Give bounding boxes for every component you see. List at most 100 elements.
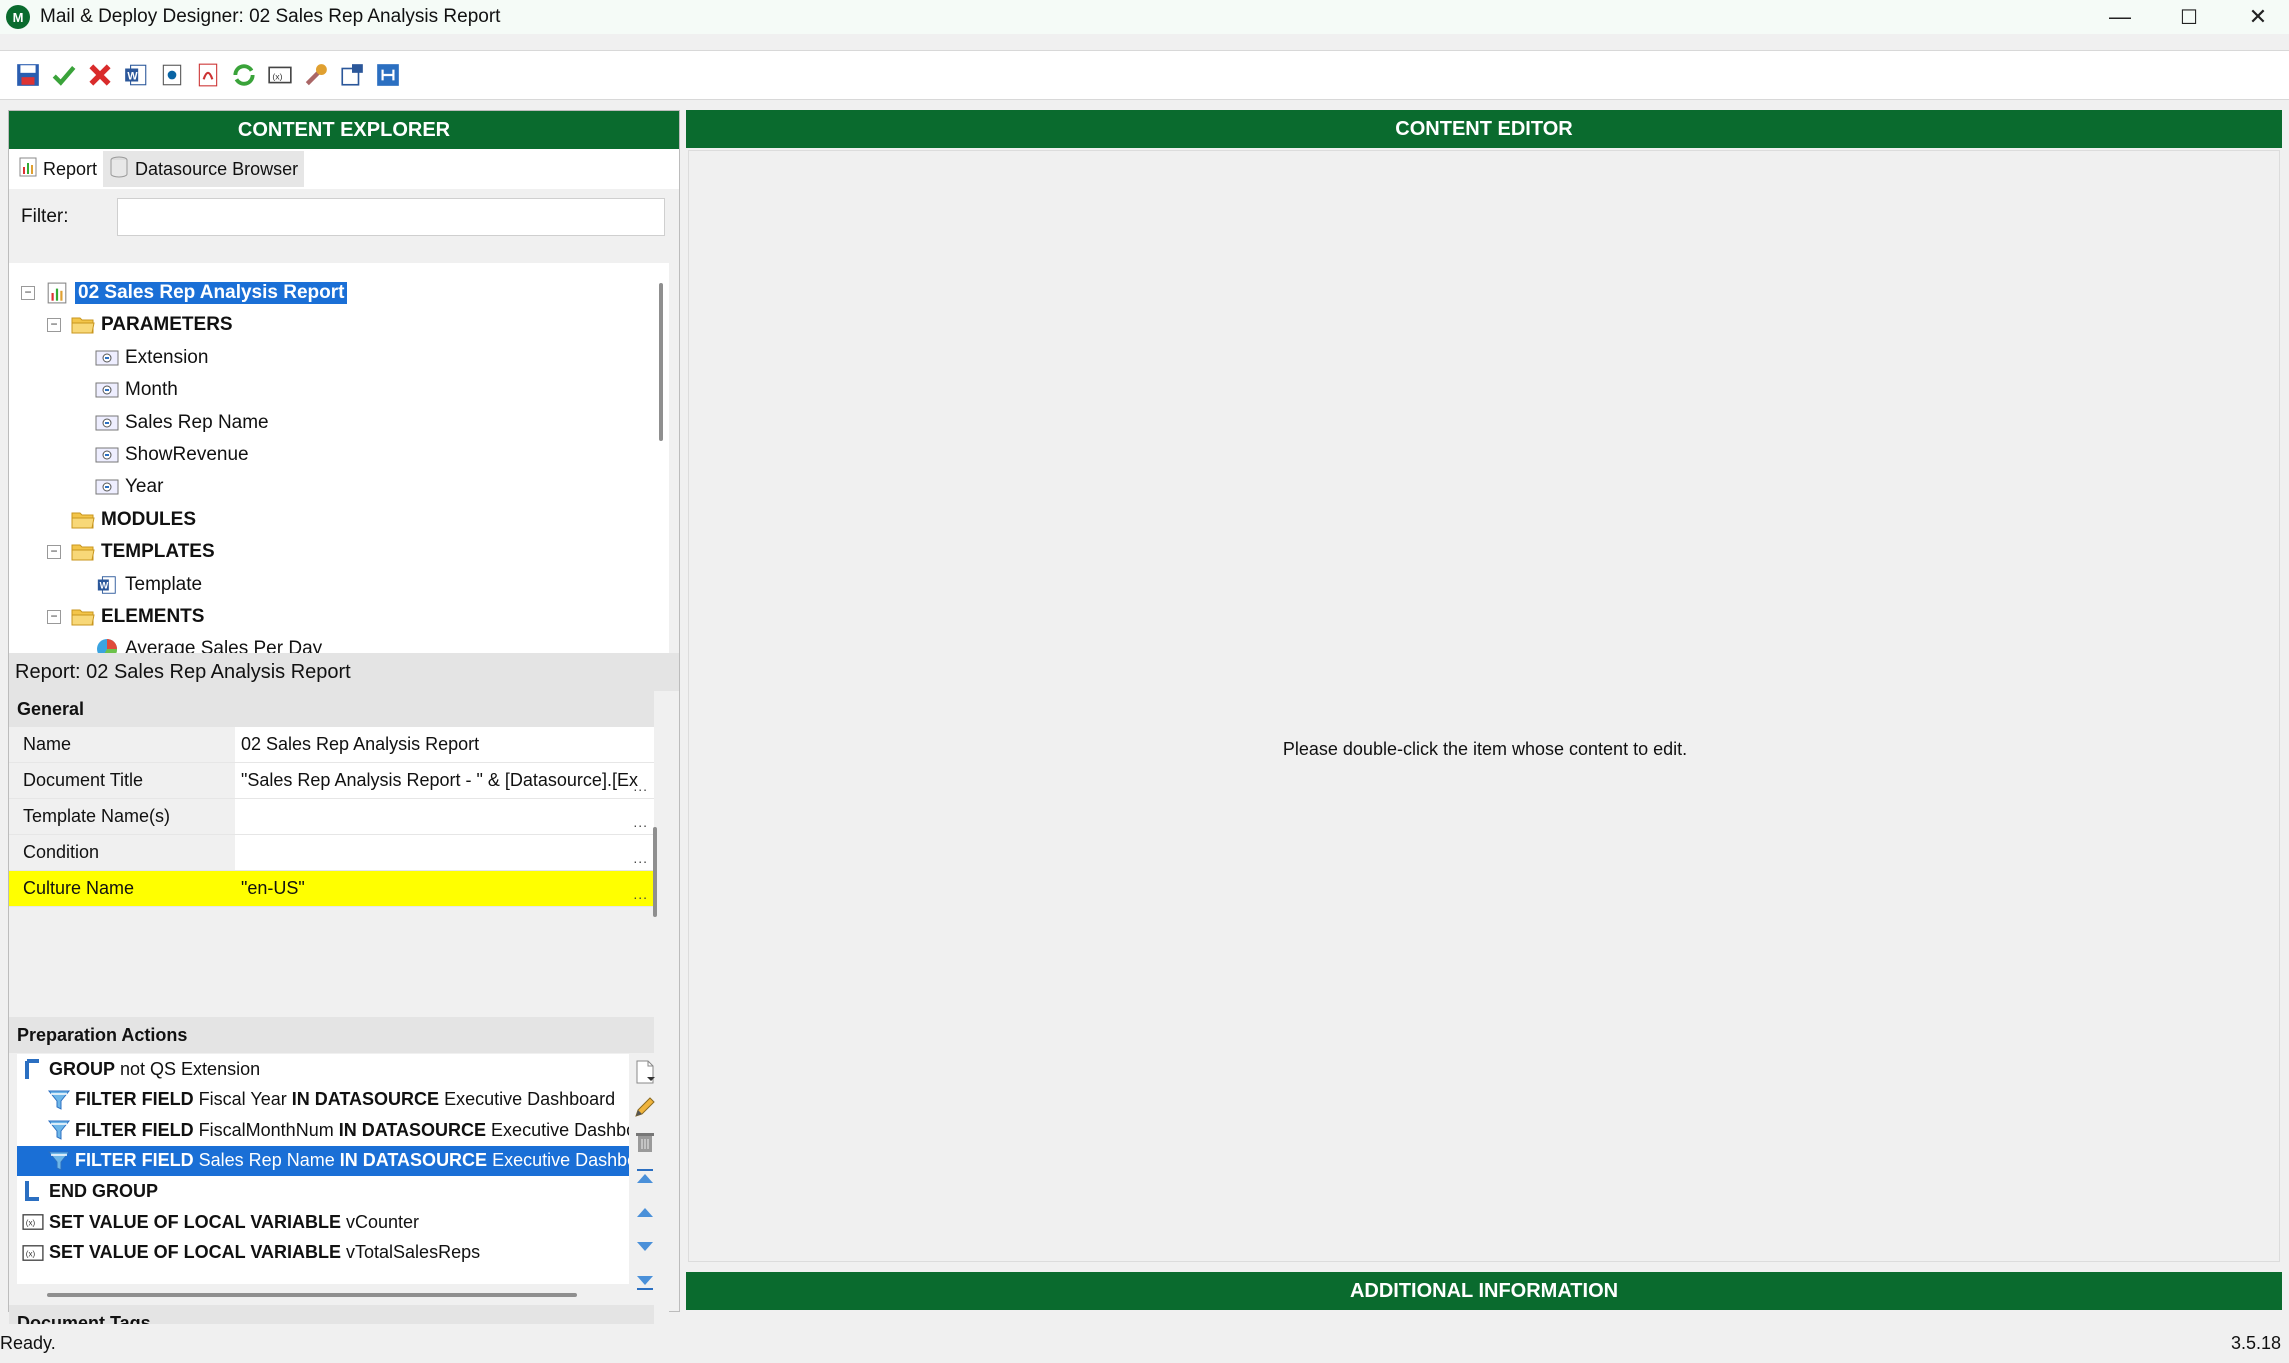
tree-node[interactable]: W Template xyxy=(95,569,202,601)
action-text: not QS Extension xyxy=(115,1058,261,1079)
outlook-icon[interactable] xyxy=(158,61,186,89)
property-name: Template Name(s) xyxy=(9,799,235,834)
close-button[interactable]: ✕ xyxy=(2224,0,2289,34)
delete-icon[interactable] xyxy=(633,1129,657,1155)
action-row[interactable]: (x) SET VALUE OF LOCAL VARIABLE vTotalSal… xyxy=(17,1238,629,1268)
action-keyword: FILTER FIELD xyxy=(75,1119,194,1140)
property-value[interactable]: 02 Sales Rep Analysis Report xyxy=(235,727,654,762)
tab-datasource-browser[interactable]: Datasource Browser xyxy=(103,151,305,187)
property-value[interactable]: "en-US"... xyxy=(235,871,654,906)
general-section-header: General xyxy=(9,691,654,727)
action-row[interactable]: END GROUP xyxy=(17,1176,629,1206)
move-bottom-icon[interactable] xyxy=(633,1269,657,1295)
tree-node-label: Month xyxy=(125,379,178,401)
property-value[interactable]: ... xyxy=(235,799,654,834)
tab-report[interactable]: Report xyxy=(13,151,104,187)
action-row[interactable]: FILTER FIELD Sales Rep Name IN DATASOURC… xyxy=(17,1145,629,1176)
action-keyword: FILTER FIELD xyxy=(75,1150,194,1171)
window-title: Mail & Deploy Designer: 02 Sales Rep Ana… xyxy=(40,6,501,27)
action-keyword: GROUP xyxy=(49,1058,116,1079)
action-text: Executive Dashboard xyxy=(439,1089,616,1110)
tree-node-label: Average Sales Per Day xyxy=(125,638,323,653)
parameter-icon xyxy=(95,379,119,401)
maximize-button[interactable]: ☐ xyxy=(2155,0,2223,34)
property-row: Document Title "Sales Rep Analysis Report… xyxy=(9,763,654,799)
version-label: 3.5.18 xyxy=(2230,1333,2281,1353)
preparation-actions-header: Preparation Actions xyxy=(9,1017,654,1053)
property-value[interactable]: "Sales Rep Analysis Report - " & [Dataso… xyxy=(235,763,654,798)
property-value-text: "Sales Rep Analysis Report - " & [Dataso… xyxy=(241,770,638,790)
action-text: IN DATASOURCE xyxy=(339,1150,488,1171)
word-icon[interactable]: W xyxy=(122,61,150,89)
tools-icon[interactable] xyxy=(302,61,330,89)
collapse-toggle-icon[interactable]: − xyxy=(21,286,35,300)
word-template-icon: W xyxy=(95,574,119,596)
check-icon[interactable] xyxy=(50,61,78,89)
tree-node[interactable]: Year xyxy=(95,471,163,503)
svg-text:(x): (x) xyxy=(272,71,282,81)
tree-folder[interactable]: − TEMPLATES xyxy=(47,536,215,568)
report-icon xyxy=(45,282,69,304)
actions-horizontal-scrollbar[interactable] xyxy=(47,1293,577,1297)
property-row: Condition... xyxy=(9,835,654,871)
action-row[interactable]: FILTER FIELD Fiscal Year IN DATASOURCE E… xyxy=(17,1085,629,1115)
edit-icon[interactable] xyxy=(633,1094,657,1120)
group-start-icon xyxy=(21,1058,45,1080)
action-text: vCounter xyxy=(341,1211,420,1232)
editor-placeholder-message: Please double-click the item whose conte… xyxy=(1282,739,1688,759)
move-down-icon[interactable] xyxy=(633,1234,657,1260)
tree-scrollbar[interactable] xyxy=(659,283,663,441)
svg-text:W: W xyxy=(100,580,109,590)
folder-icon xyxy=(71,509,95,531)
properties-scrollbar[interactable] xyxy=(653,827,657,917)
content-explorer-panel: CONTENT EXPLORER Report Datasource Brows… xyxy=(8,110,680,1363)
svg-text:W: W xyxy=(127,70,138,82)
tree-node[interactable]: Average Sales Per Day xyxy=(95,633,322,653)
cancel-icon[interactable] xyxy=(86,61,114,89)
tree-node[interactable]: − 02 Sales Rep Analysis Report xyxy=(21,277,348,309)
action-row[interactable]: (x) SET VALUE OF LOCAL VARIABLE vCounter xyxy=(17,1207,629,1237)
hierarchy-icon[interactable] xyxy=(374,61,402,89)
tree-node[interactable]: ShowRevenue xyxy=(95,439,249,471)
ellipsis-button[interactable]: ... xyxy=(633,814,648,830)
move-up-icon[interactable] xyxy=(633,1199,657,1225)
action-text: Fiscal Year xyxy=(193,1089,292,1110)
title-bar: M Mail & Deploy Designer: 02 Sales Rep A… xyxy=(0,0,2289,34)
move-top-icon[interactable] xyxy=(633,1164,657,1190)
variable-icon: (x) xyxy=(21,1242,45,1264)
variable-icon[interactable]: (x) xyxy=(266,61,294,89)
export-icon[interactable] xyxy=(338,61,366,89)
content-editor-header: CONTENT EDITOR xyxy=(686,110,2282,148)
tree-folder[interactable]: − ELEMENTS xyxy=(47,601,204,633)
property-value[interactable]: ... xyxy=(235,835,654,870)
new-icon[interactable] xyxy=(633,1059,657,1085)
app-logo-icon: M xyxy=(6,5,30,29)
collapse-toggle-icon[interactable]: − xyxy=(47,610,61,624)
tree-node[interactable]: Extension xyxy=(95,342,208,374)
preparation-actions-list: GROUP not QS Extension FILTER FIELD Fisca… xyxy=(17,1054,629,1284)
pdf-icon[interactable] xyxy=(194,61,222,89)
ellipsis-button[interactable]: ... xyxy=(633,850,648,866)
tree-folder[interactable]: − PARAMETERS xyxy=(47,309,233,341)
tree-node[interactable]: Sales Rep Name xyxy=(95,407,269,439)
status-text: Ready. xyxy=(0,1333,56,1353)
ellipsis-button[interactable]: ... xyxy=(633,886,648,902)
tree-node[interactable]: Month xyxy=(95,374,178,406)
filter-icon xyxy=(47,1119,71,1141)
action-row[interactable]: FILTER FIELD FiscalMonthNum IN DATASOURC… xyxy=(17,1115,629,1145)
filter-input[interactable] xyxy=(117,198,665,236)
collapse-toggle-icon[interactable]: − xyxy=(47,318,61,333)
content-explorer-header: CONTENT EXPLORER xyxy=(9,111,679,149)
ellipsis-button[interactable]: ... xyxy=(633,778,648,794)
action-row[interactable]: GROUP not QS Extension xyxy=(17,1054,629,1084)
save-icon[interactable] xyxy=(14,61,42,89)
minimize-button[interactable]: — xyxy=(2086,0,2154,34)
additional-information-header[interactable]: ADDITIONAL INFORMATION xyxy=(686,1272,2282,1310)
tree-folder[interactable]: MODULES xyxy=(71,504,196,536)
content-editor-panel: CONTENT EDITOR Please double-click the i… xyxy=(686,110,2282,1312)
tree-node-label: Year xyxy=(125,476,164,498)
collapse-toggle-icon[interactable]: − xyxy=(47,545,61,560)
content-editor-area[interactable]: Please double-click the item whose conte… xyxy=(688,150,2280,1262)
refresh-icon[interactable] xyxy=(230,61,258,89)
filter-row: Filter: xyxy=(9,189,679,245)
